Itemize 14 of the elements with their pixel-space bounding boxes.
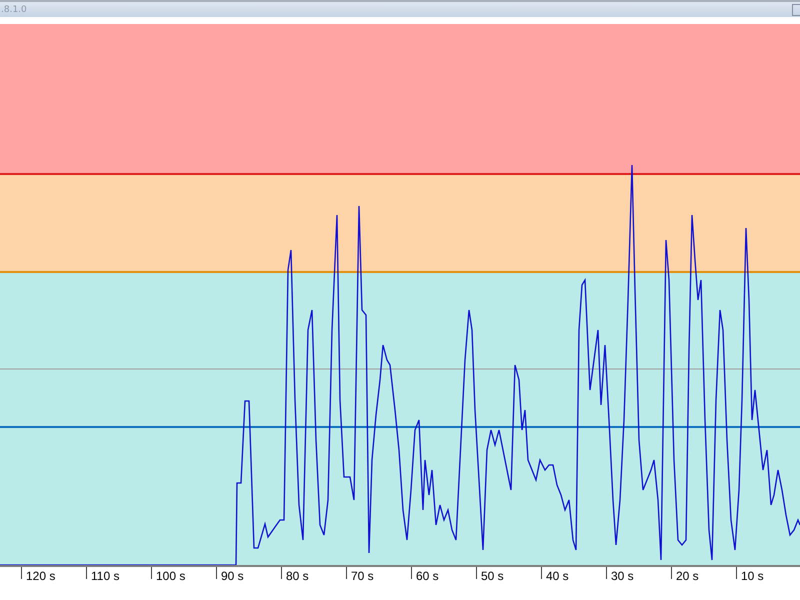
axis-tick-label: 90 s bbox=[216, 567, 281, 579]
axis-tick-label: 10 s bbox=[736, 567, 800, 579]
window-title: .8.1.0 bbox=[0, 4, 27, 14]
axis-tick-label: 60 s bbox=[411, 567, 476, 579]
axis-tick-label: 120 s bbox=[21, 567, 86, 579]
axis-tick-label: 30 s bbox=[606, 567, 671, 579]
axis-tick-label: 40 s bbox=[541, 567, 606, 579]
axis-tick-label: 20 s bbox=[671, 567, 736, 579]
axis-tick-label: 70 s bbox=[346, 567, 411, 579]
axis-tick-label: 80 s bbox=[281, 567, 346, 579]
axis-tick-label: 110 s bbox=[86, 567, 151, 579]
window-box-icon[interactable] bbox=[792, 4, 800, 16]
axis-tick-label: 50 s bbox=[476, 567, 541, 579]
axis-tick-label: 100 s bbox=[151, 567, 216, 579]
